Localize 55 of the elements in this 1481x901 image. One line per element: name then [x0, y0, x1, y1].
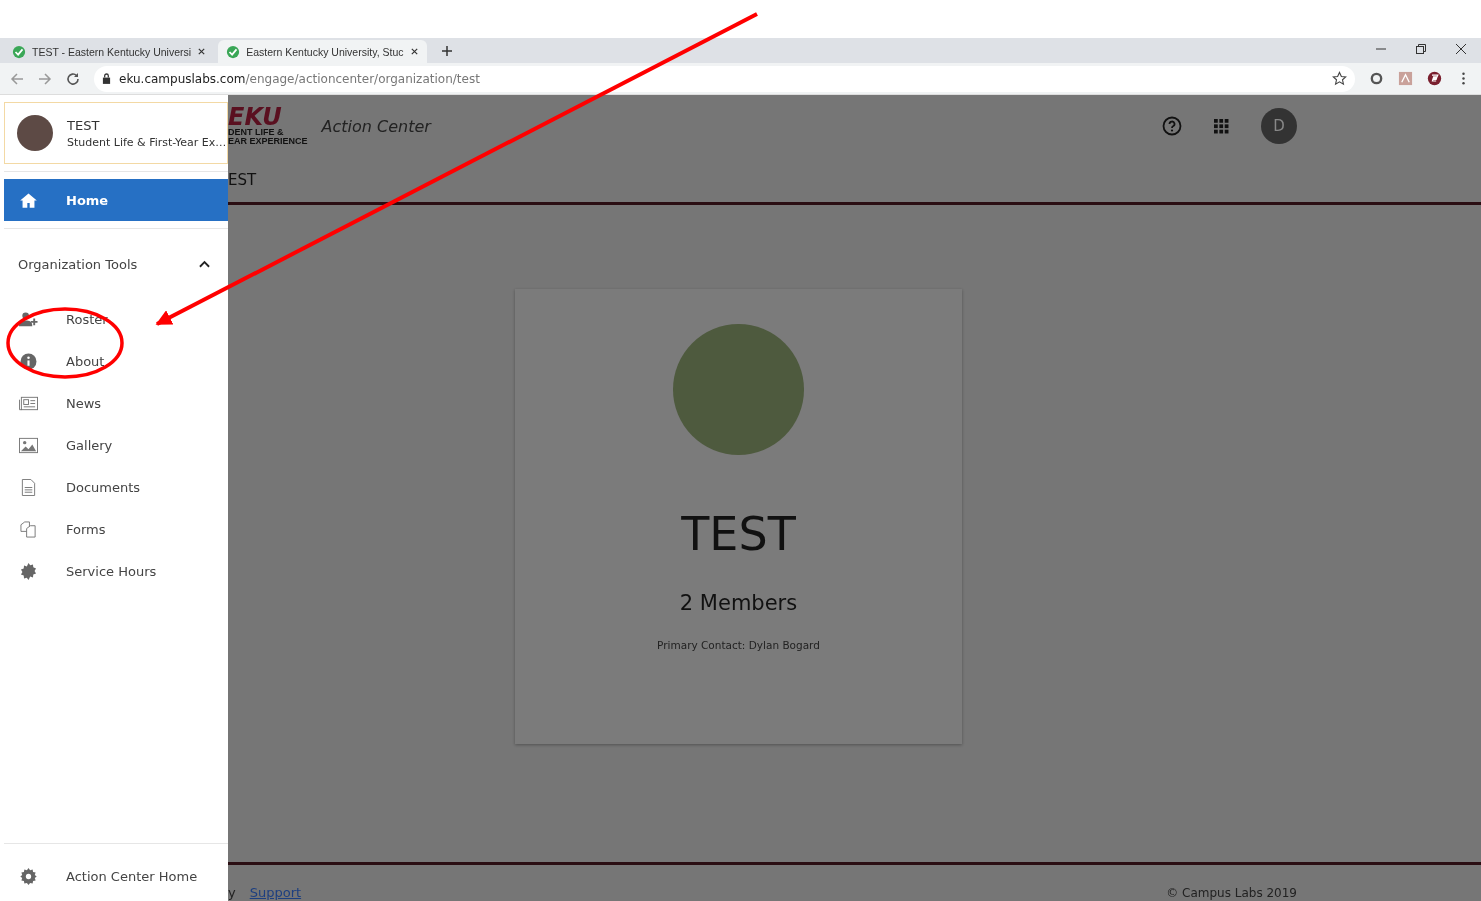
- seal-icon: [19, 562, 38, 580]
- home-icon: [19, 191, 38, 209]
- url-text: eku.campuslabs.com/engage/actioncenter/organization/test: [119, 71, 480, 86]
- nav-item[interactable]: Gallery: [4, 424, 228, 466]
- organization-name: TEST: [681, 507, 796, 561]
- lock-icon: [102, 73, 111, 84]
- close-icon[interactable]: [1455, 43, 1467, 55]
- help-icon[interactable]: [1162, 116, 1182, 136]
- newspaper-icon: [19, 394, 38, 412]
- tab-title: Eastern Kentucky University, Stuc: [246, 45, 404, 58]
- document-icon: [19, 478, 38, 496]
- settings-icon: [19, 867, 38, 885]
- checkmark-logo-icon: [12, 44, 26, 59]
- apps-grid-icon[interactable]: [1214, 118, 1229, 134]
- nav-item[interactable]: About: [4, 340, 228, 382]
- copyright-text: © Campus Labs 2019: [1166, 886, 1297, 900]
- footer-text: y: [228, 885, 236, 900]
- forward-arrow-icon[interactable]: [38, 71, 52, 86]
- logo-text: EKU: [228, 106, 282, 128]
- close-icon[interactable]: [197, 47, 207, 56]
- home-nav-item[interactable]: Home: [4, 179, 228, 221]
- member-count: 2 Members: [679, 591, 798, 615]
- section-header[interactable]: Organization Tools: [4, 236, 228, 292]
- action-center-home-link[interactable]: Action Center Home: [4, 851, 228, 901]
- nav-item[interactable]: Documents: [4, 466, 228, 508]
- copy-pages-icon: [19, 520, 38, 538]
- circle-extension-icon[interactable]: [1369, 71, 1384, 86]
- star-icon[interactable]: [1332, 71, 1347, 86]
- organization-subtitle: Student Life & First-Year Ex…: [67, 135, 227, 149]
- back-arrow-icon[interactable]: [10, 71, 24, 86]
- close-icon[interactable]: [409, 47, 419, 56]
- browser-tab[interactable]: Eastern Kentucky University, Stuc: [218, 40, 427, 63]
- organization-card[interactable]: TEST Student Life & First-Year Ex…: [4, 102, 228, 164]
- browser-tab[interactable]: TEST - Eastern Kentucky Universi: [4, 40, 215, 63]
- nav-item[interactable]: Forms: [4, 508, 228, 550]
- organization-name: TEST: [67, 117, 101, 133]
- photo-placeholder: [17, 115, 53, 151]
- address-bar[interactable]: eku.campuslabs.com/engage/actioncenter/organization/test: [94, 65, 1355, 92]
- nav-item[interactable]: Service Hours: [4, 550, 228, 592]
- user-avatar[interactable]: D: [1261, 108, 1297, 144]
- info-icon: [19, 352, 38, 370]
- primary-contact: Primary Contact: Dylan Bogard: [657, 639, 820, 651]
- image-icon: [19, 436, 38, 454]
- chevron-up-icon: [199, 260, 210, 268]
- nav-item[interactable]: News: [4, 382, 228, 424]
- checkmark-logo-icon: [226, 44, 241, 59]
- app-title: Action Center: [321, 116, 431, 136]
- person-add-icon: [19, 310, 38, 328]
- page-title: EST: [228, 170, 257, 189]
- new-tab-icon[interactable]: [440, 45, 453, 57]
- logo-subtitle: DENT LIFE & EAR EXPERIENCE: [228, 128, 308, 146]
- restore-icon[interactable]: [1415, 43, 1427, 55]
- tab-title: TEST - Eastern Kentucky Universi: [32, 45, 192, 58]
- reload-icon[interactable]: [66, 71, 80, 86]
- profile-logo-icon[interactable]: [1427, 71, 1442, 86]
